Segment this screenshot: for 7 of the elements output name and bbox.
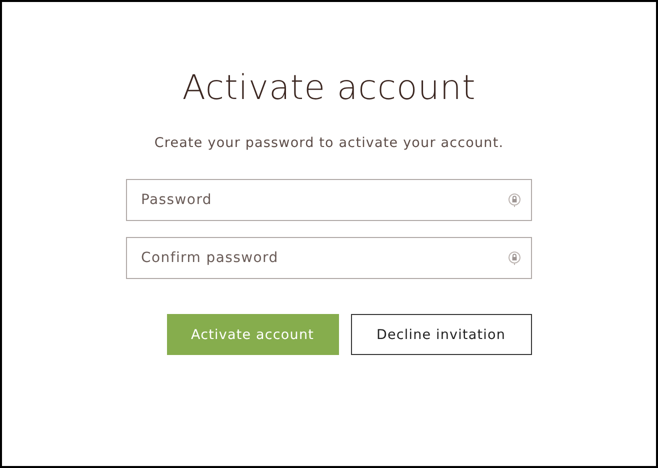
lock-icon[interactable] [508,251,521,265]
password-field[interactable]: Password [126,179,532,221]
page-title: Activate account [182,67,476,110]
decline-button[interactable]: Decline invitation [350,314,532,355]
lock-icon[interactable] [508,193,521,207]
password-field[interactable]: Confirm password [126,237,532,279]
subtitle: Create your password to activate your account. [154,135,504,151]
